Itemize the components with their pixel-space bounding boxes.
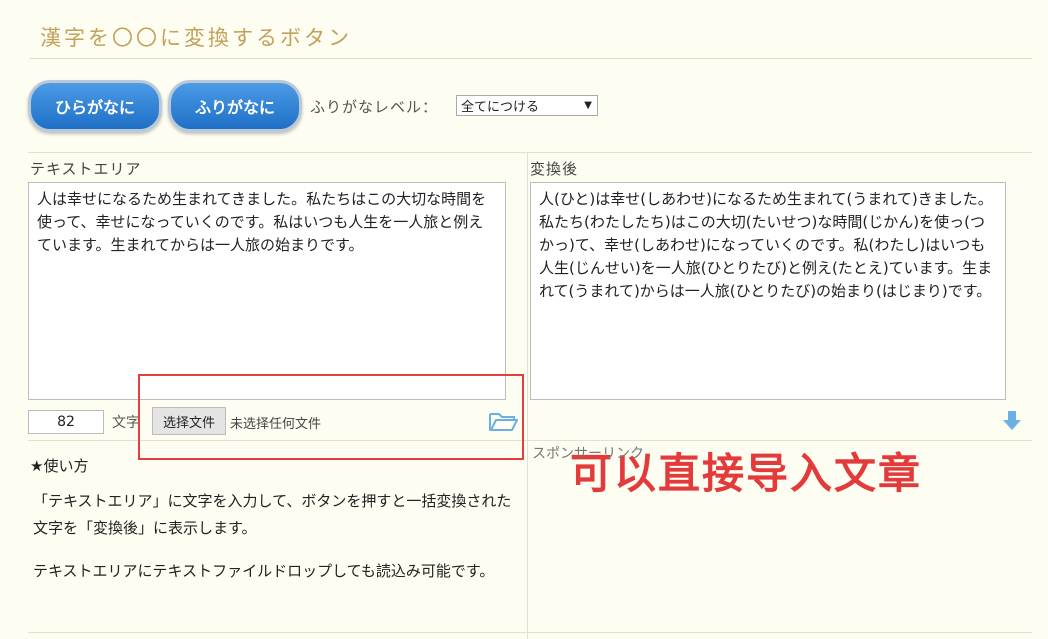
divider — [527, 152, 528, 639]
divider — [28, 152, 1032, 153]
output-area-label: 変換後 — [530, 160, 579, 178]
furigana-level-select[interactable]: 全てにつける ▼ — [456, 95, 598, 116]
divider — [28, 632, 1032, 633]
sponsor-link-label: スポンサーリンク — [532, 446, 644, 462]
input-area-label: テキストエリア — [30, 160, 142, 178]
hiragana-button[interactable]: ひらがなに — [28, 80, 162, 132]
howto-paragraph-1: 「テキストエリア」に文字を入力して、ボタンを押すと一括変換された文字を「変換後」… — [33, 492, 512, 537]
annotation-highlight-box — [138, 374, 524, 460]
page-title: 漢字を〇〇に変換するボタン — [40, 26, 352, 50]
char-count-unit: 文字 — [112, 415, 140, 431]
furigana-level-label: ふりがなレベル： — [310, 98, 439, 116]
furigana-button[interactable]: ふりがなに — [168, 80, 302, 132]
char-count-field: 82 — [28, 410, 104, 434]
triangle-down-icon: ▼ — [584, 100, 592, 111]
howto-paragraph-2: テキストエリアにテキストファイルドロップしても読込み可能です。 — [33, 562, 495, 580]
input-textarea[interactable]: 人は幸せになるため生まれてきました。私たちはこの大切な時間を使って、幸せになって… — [28, 182, 506, 400]
arrow-down-icon[interactable] — [1000, 409, 1024, 437]
furigana-level-value: 全てにつける — [461, 100, 540, 115]
output-textarea[interactable]: 人(ひと)は幸せ(しあわせ)になるため生まれて(うまれて)きました。私たち(わた… — [530, 182, 1006, 400]
title-divider — [30, 58, 1032, 59]
howto-heading: ★使い方 — [30, 457, 89, 475]
